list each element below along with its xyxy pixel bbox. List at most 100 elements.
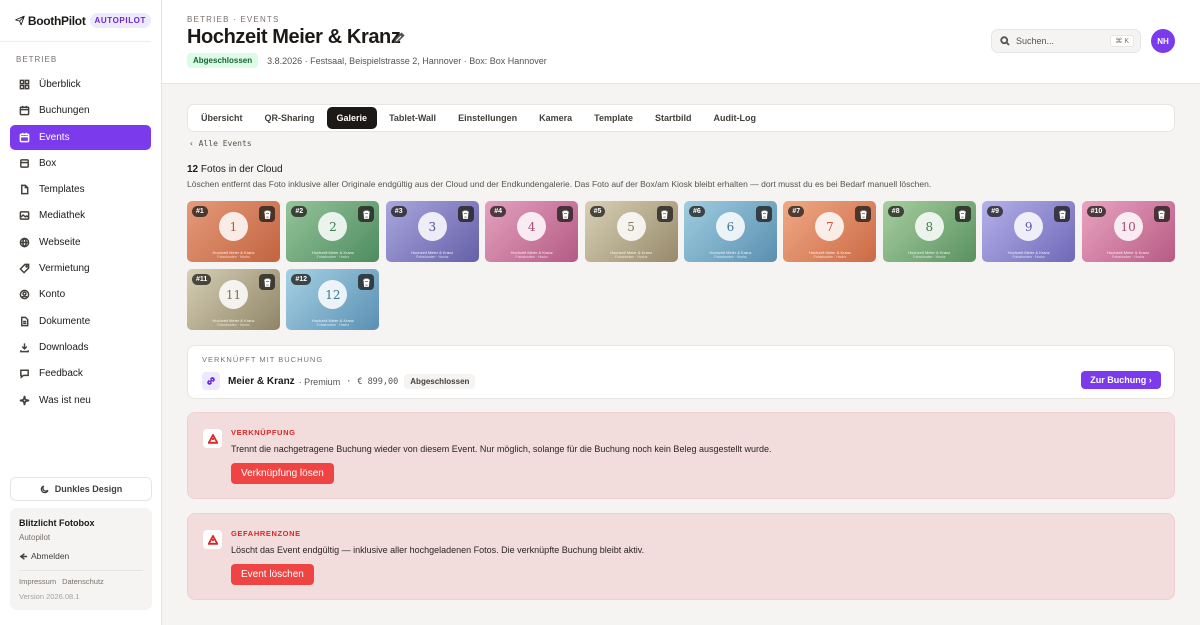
avatar[interactable]: NH: [1151, 29, 1175, 53]
warning-icon: [203, 429, 222, 448]
tab-galerie[interactable]: Galerie: [326, 107, 378, 129]
chat-icon: [20, 369, 29, 379]
delete-photo-button[interactable]: [954, 206, 971, 222]
photo-number: 10: [1113, 212, 1143, 241]
photo-thumbnail[interactable]: #8 8 Hochzeit Meier & Kranz Fotoshooten · H…: [882, 201, 976, 262]
tab-audit-log[interactable]: Audit-Log: [703, 107, 765, 129]
delete-photo-button[interactable]: [656, 206, 673, 222]
tab-startbild[interactable]: Startbild: [645, 107, 702, 129]
photo-thumbnail[interactable]: #10 10 Hochzeit Meier & Kranz Fotoshooten ·…: [1081, 201, 1175, 262]
tab-template[interactable]: Template: [584, 107, 643, 129]
photo-number-badge: #8: [887, 206, 904, 217]
go-to-booking-button[interactable]: Zur Buchung ›: [1081, 371, 1161, 389]
sidebar-item-feedback[interactable]: Feedback: [10, 361, 151, 386]
trash-icon: [462, 210, 469, 219]
photo-thumbnail[interactable]: #2 2 Hochzeit Meier & Kranz Fotoshooten · H…: [286, 201, 380, 262]
photo-number-badge: #1: [192, 206, 208, 217]
calendar-icon: [19, 106, 30, 116]
imprint-link[interactable]: Impressum: [19, 577, 56, 586]
search-icon: [1000, 36, 1010, 46]
sidebar-item-konto[interactable]: Konto: [10, 282, 151, 307]
pencil-icon[interactable]: [393, 32, 405, 44]
sidebar: BoothPilot AUTOPILOT BETRIEB Überblick Bu…: [0, 0, 162, 625]
photo-number-badge: #7: [788, 206, 805, 217]
sidebar-item-was-ist-neu[interactable]: Was ist neu: [10, 388, 151, 413]
sidebar-item-downloads[interactable]: Downloads: [10, 335, 151, 360]
sidebar-item-webseite[interactable]: Webseite: [10, 230, 151, 255]
user-circle-icon: [19, 290, 30, 300]
photo-thumbnail[interactable]: #1 1 Hochzeit Meier & Kranz Fotoshooten · H…: [187, 201, 280, 262]
photo-thumbnail[interactable]: #9 9 Hochzeit Meier & Kranz Fotoshooten · H…: [982, 201, 1076, 262]
search-input[interactable]: Suchen... ⌘ K: [991, 29, 1141, 53]
photo-thumbnail[interactable]: #7 7 Hochzeit Meier & Kranz Fotoshooten · H…: [783, 201, 877, 262]
unlink-card: VERKNÜPFUNG Trennt die nachgetragene Buc…: [187, 412, 1175, 499]
photo-thumbnail[interactable]: #11 11 Hochzeit Meier & Kranz Fotoshooten ·…: [187, 269, 280, 330]
sidebar-item-buchungen[interactable]: Buchungen: [10, 98, 151, 123]
privacy-link[interactable]: Datenschutz: [62, 577, 104, 586]
trash-icon: [760, 210, 768, 219]
trash-icon: [263, 278, 271, 287]
delete-photo-button[interactable]: [358, 206, 375, 222]
booking-price: € 899,00: [357, 376, 399, 387]
photo-number-badge: #11: [192, 274, 212, 285]
sidebar-item-label: Vermietung: [39, 263, 90, 275]
dark-mode-button[interactable]: Dunkles Design: [10, 477, 152, 501]
photo-subcaption: Fotoshooten · Hochz: [813, 255, 847, 259]
sidebar-item-events[interactable]: Events: [10, 124, 151, 150]
photo-thumbnail[interactable]: #3 3 Hochzeit Meier & Kranz Fotoshooten · H…: [385, 201, 479, 262]
logout-button[interactable]: Abmelden: [19, 551, 143, 561]
sidebar-item-templates[interactable]: Templates: [10, 177, 151, 202]
sidebar-item-label: Box: [39, 157, 57, 169]
delete-photo-button[interactable]: [259, 274, 275, 290]
photo-subcaption: Fotoshooten · Hochz: [217, 255, 250, 259]
danger-zone-label: GEFAHRENZONE: [231, 529, 301, 538]
sidebar-item-dokumente[interactable]: Dokumente: [10, 309, 151, 334]
unlink-button[interactable]: Verknüpfung lösen: [231, 463, 334, 484]
delete-photo-button[interactable]: [358, 274, 375, 290]
sidebar-item-vermietung[interactable]: Vermietung: [10, 256, 151, 281]
brand-name: BoothPilot: [27, 13, 86, 28]
tab-qr-sharing[interactable]: QR-Sharing: [255, 107, 325, 129]
dark-mode-label: Dunkles Design: [54, 484, 123, 494]
tab-kamera[interactable]: Kamera: [529, 107, 582, 129]
delete-photo-button[interactable]: [557, 206, 574, 222]
sidebar-item-mediathek[interactable]: Mediathek: [10, 203, 151, 228]
photo-subcaption: Fotoshooten · Hochz: [1111, 255, 1145, 259]
photo-subcaption: Fotoshooten · Hochz: [614, 255, 648, 259]
photo-number-badge: #2: [291, 206, 308, 217]
photo-thumbnail[interactable]: #12 12 Hochzeit Meier & Kranz Fotoshooten ·…: [286, 269, 380, 330]
search-placeholder: Suchen...: [1016, 36, 1055, 46]
delete-photo-button[interactable]: [259, 206, 275, 222]
delete-photo-button[interactable]: [855, 206, 872, 222]
delete-photo-button[interactable]: [1153, 206, 1170, 222]
sidebar-item-box[interactable]: Box: [10, 151, 151, 176]
sidebar-item-überblick[interactable]: Überblick: [10, 72, 151, 97]
page-title: Hochzeit Meier & Kranz: [187, 26, 401, 48]
delete-photo-button[interactable]: [457, 206, 474, 222]
photo-thumbnail[interactable]: #4 4 Hochzeit Meier & Kranz Fotoshooten · H…: [485, 201, 579, 262]
paper-plane-logo-icon: [15, 15, 25, 26]
booking-name: Meier & Kranz: [228, 376, 295, 387]
globe-icon: [19, 237, 30, 248]
photo-subcaption: Fotoshooten · Hochz: [714, 255, 747, 259]
photo-subcaption: Fotoshooten · Hochz: [913, 255, 946, 259]
photo-number: 11: [219, 280, 248, 309]
delete-event-button[interactable]: Event löschen: [231, 564, 314, 585]
booking-separator: ·: [346, 376, 352, 387]
tab-bar: Übersicht QR-Sharing Galerie Tablet-Wall Ein…: [187, 104, 1175, 132]
tab-tablet-wall[interactable]: Tablet-Wall: [379, 107, 446, 129]
delete-photo-button[interactable]: [1054, 206, 1071, 222]
brand[interactable]: BoothPilot AUTOPILOT: [0, 0, 151, 42]
delete-photo-button[interactable]: [756, 206, 772, 222]
trash-icon: [661, 210, 668, 219]
photo-number-badge: #3: [390, 206, 407, 217]
trash-icon: [959, 210, 966, 219]
photo-number-badge: #6: [689, 206, 705, 217]
back-to-events-link[interactable]: ‹ Alle Events: [189, 139, 252, 148]
event-meta: Abgeschlossen 3.8.2026 · Festsaal, Beisp…: [187, 53, 547, 68]
photo-thumbnail[interactable]: #5 5 Hochzeit Meier & Kranz Fotoshooten · H…: [584, 201, 678, 262]
photo-number: 4: [517, 212, 547, 241]
tab-übersicht[interactable]: Übersicht: [191, 107, 253, 129]
tab-einstellungen[interactable]: Einstellungen: [448, 107, 527, 129]
photo-thumbnail[interactable]: #6 6 Hochzeit Meier & Kranz Fotoshooten · H…: [684, 201, 777, 262]
